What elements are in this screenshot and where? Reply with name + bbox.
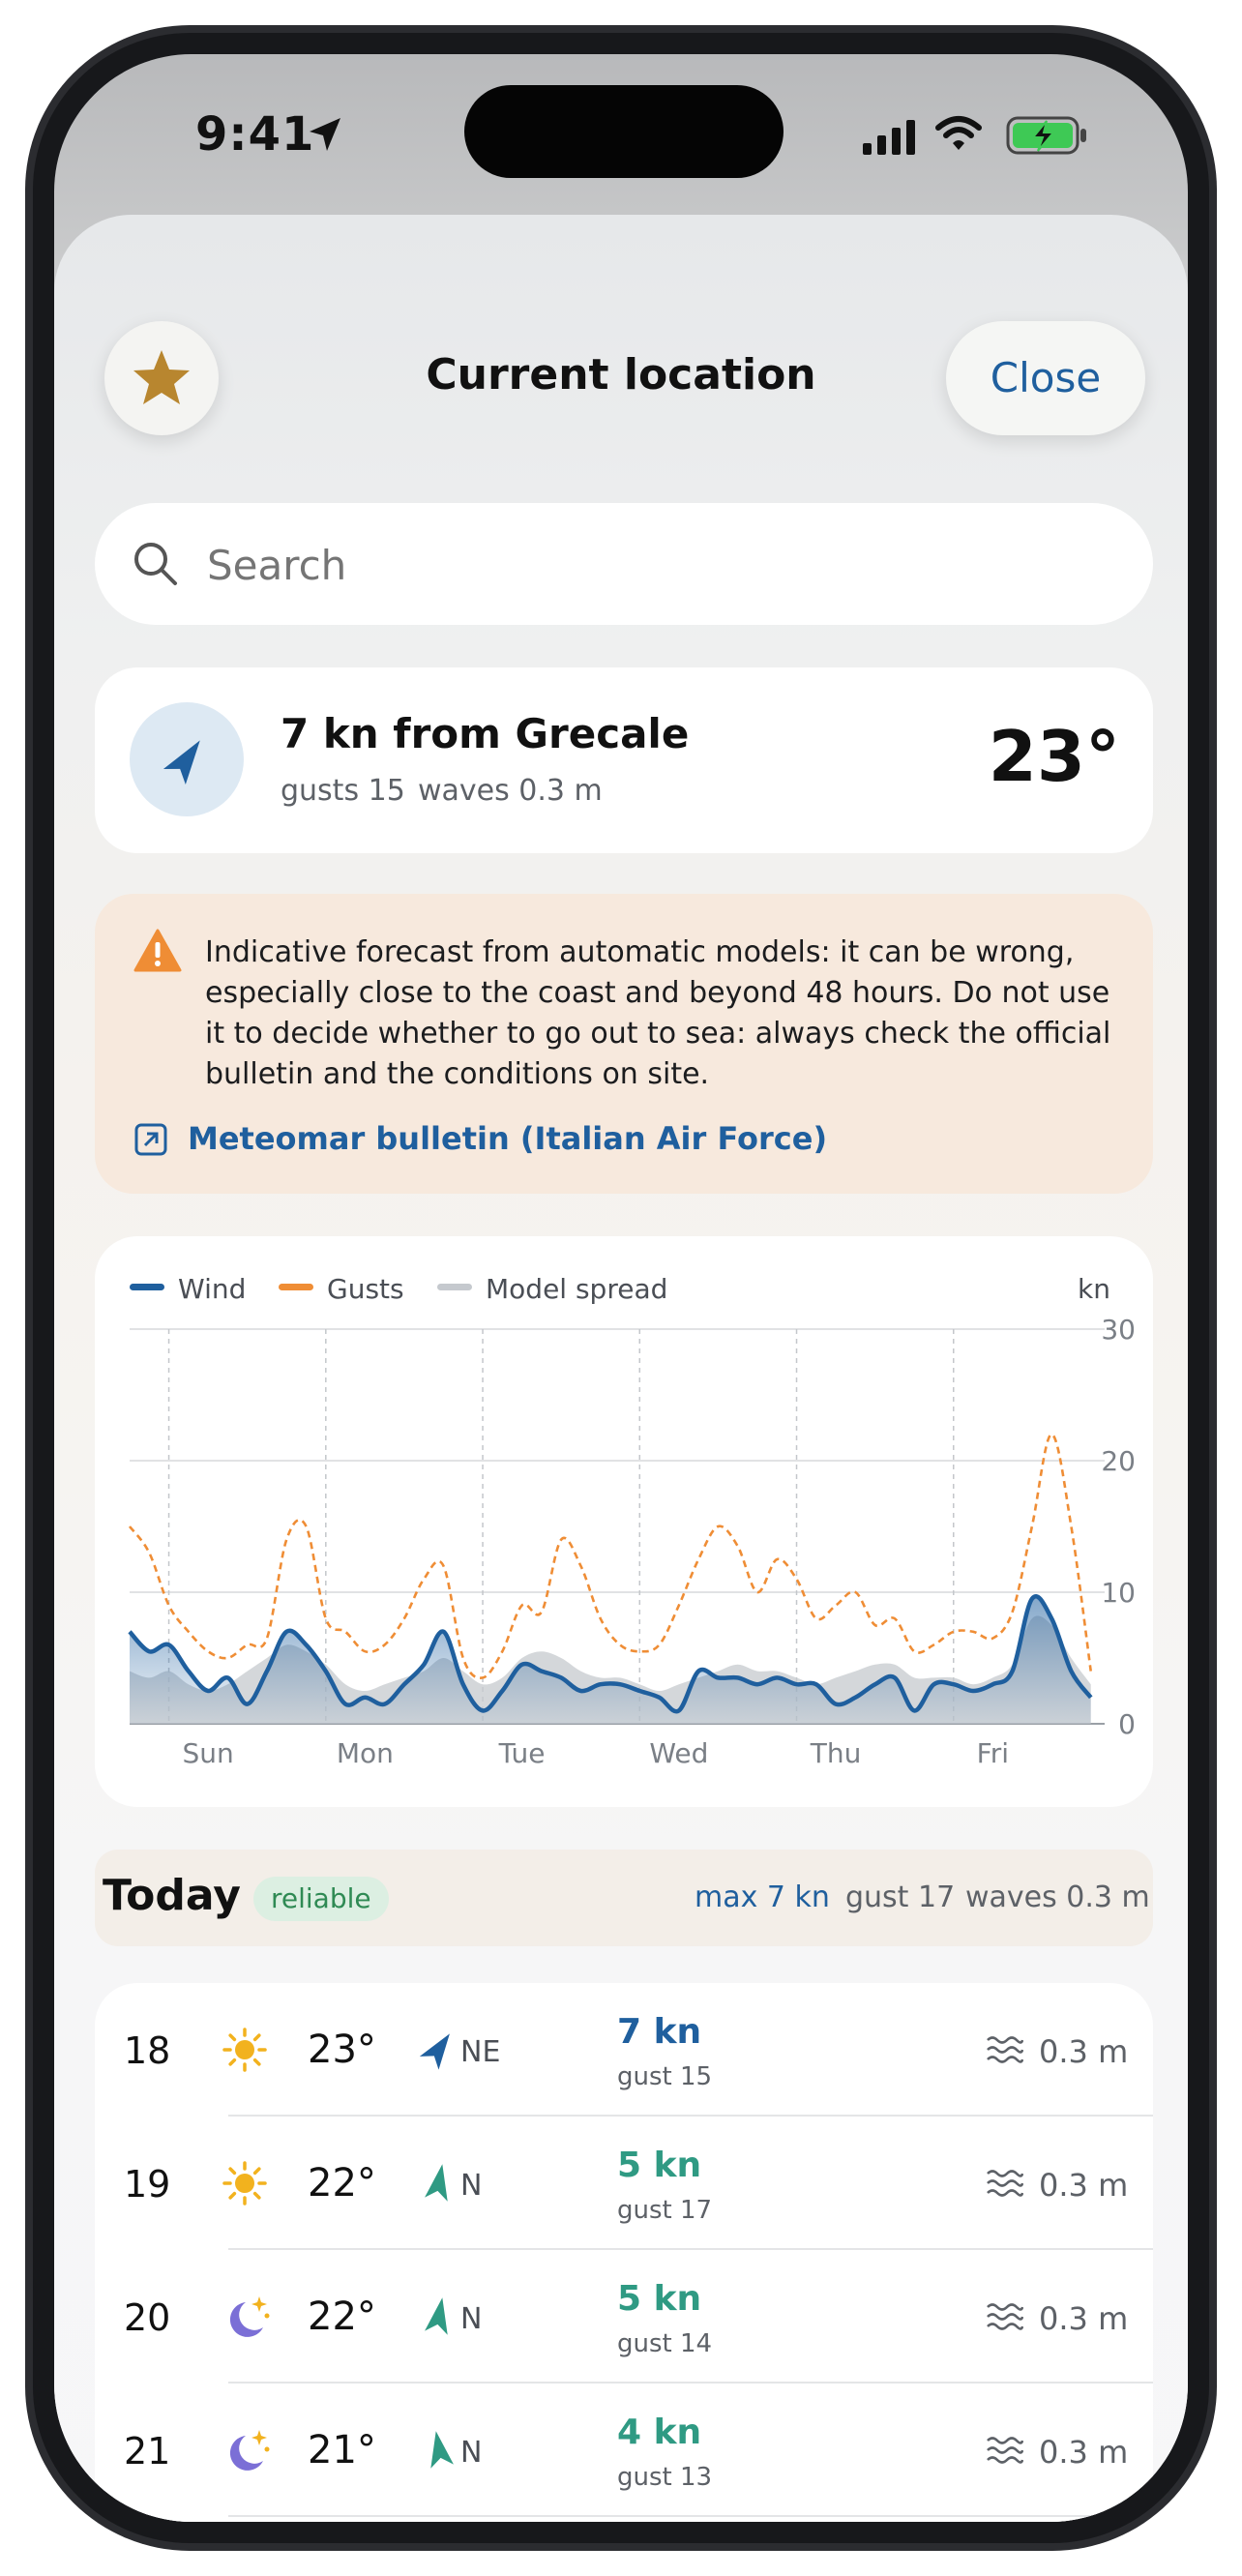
moon-stars-icon (229, 2296, 270, 2337)
legend-label-gusts: Gusts (327, 1273, 404, 1305)
phone-screen: 9:41 Current location Close Search 7 kn … (54, 54, 1188, 2522)
hourly-wind-direction: N (460, 2302, 483, 2336)
y-tick-label: 20 (1101, 1445, 1136, 1477)
wind-direction-badge (130, 702, 244, 816)
legend-swatch-wind (130, 1284, 164, 1290)
wifi-icon (935, 116, 982, 150)
current-waves: waves 0.3 m (418, 774, 603, 808)
chart-legend: Wind Gusts Model spread kn (130, 1273, 1110, 1305)
gusts-line (128, 1433, 1093, 1679)
x-tick-label: Fri (977, 1737, 1009, 1769)
dynamic-island (464, 85, 784, 178)
current-temperature: 23° (988, 716, 1120, 797)
warning-icon (133, 929, 182, 972)
legend-swatch-model-spread (437, 1284, 472, 1290)
current-conditions-card[interactable]: 7 kn from Grecale gusts 15 waves 0.3 m 2… (95, 667, 1153, 853)
meteomar-bulletin-link[interactable]: Meteomar bulletin (Italian Air Force) (188, 1120, 827, 1157)
search-input[interactable] (205, 526, 1118, 604)
hourly-wind-direction: N (460, 2436, 483, 2470)
hourly-row[interactable]: 19 22° N 5 kn gust 17 0.3 m (95, 2117, 1153, 2250)
sun-icon (222, 2161, 267, 2206)
location-sheet: Current location Close 7 kn from Grecale… (54, 215, 1188, 2522)
hourly-time: 18 (124, 2029, 171, 2072)
hourly-wind-direction: N (460, 2169, 483, 2203)
reliability-badge: reliable (253, 1877, 389, 1921)
hourly-wind-direction: NE (460, 2035, 501, 2069)
location-arrow-icon (310, 118, 340, 151)
hourly-time: 19 (124, 2163, 171, 2206)
hourly-wave-height: 0.3 m (1039, 2033, 1129, 2070)
hourly-time: 20 (124, 2296, 171, 2339)
hourly-temperature: 22° (308, 2161, 376, 2206)
moon-stars-icon (229, 2430, 270, 2471)
waves-icon (987, 2437, 1023, 2464)
x-tick-label: Mon (337, 1737, 394, 1769)
legend-swatch-gusts (279, 1284, 313, 1290)
hourly-time: 21 (124, 2430, 171, 2472)
hourly-gust: gust 13 (617, 2463, 713, 2492)
current-wind: 7 kn from Grecale (281, 710, 690, 757)
signal-icon (863, 120, 915, 155)
hourly-wave-height: 0.3 m (1039, 2167, 1129, 2204)
today-title: Today (103, 1871, 241, 1920)
waves-icon (987, 2036, 1023, 2063)
hourly-wind-speed: 7 kn (617, 2012, 702, 2052)
hourly-row[interactable]: 18 23° NE 7 kn gust 15 0.3 m (95, 1983, 1153, 2117)
x-tick-label: Wed (649, 1737, 708, 1769)
today-waves: waves 0.3 m (965, 1880, 1150, 1914)
hourly-wind-speed: 5 kn (617, 2279, 702, 2319)
today-max-wind: max 7 kn (695, 1880, 830, 1914)
battery-charging-icon (1006, 116, 1086, 155)
wind-arrow-icon (425, 2164, 448, 2202)
today-max-gust: gust 17 (845, 1880, 956, 1914)
hourly-gust: gust 17 (617, 2196, 713, 2225)
y-tick-label: 10 (1101, 1577, 1136, 1609)
x-tick-label: Tue (498, 1737, 546, 1769)
waves-icon (987, 2303, 1023, 2330)
chart-unit-label: kn (1078, 1273, 1110, 1305)
hourly-wave-height: 0.3 m (1039, 2300, 1129, 2337)
search-icon (134, 543, 177, 585)
wind-chart-card: Wind Gusts Model spread kn 0 10 20 30 Sun Mo… (95, 1236, 1153, 1807)
hourly-gust: gust 14 (617, 2329, 713, 2358)
y-tick-label: 0 (1118, 1708, 1136, 1740)
wind-chart: Wind Gusts Model spread kn 0 10 20 30 Sun Mo… (128, 1273, 1136, 1769)
x-tick-label: Sun (182, 1737, 233, 1769)
sun-icon (222, 2028, 267, 2072)
legend-label-model-spread: Model spread (486, 1273, 667, 1305)
hourly-temperature: 23° (308, 2028, 376, 2072)
wind-arrow-icon (430, 2431, 454, 2469)
warning-text: Indicative forecast from automatic model… (205, 935, 1111, 1091)
legend-label-wind: Wind (178, 1273, 246, 1305)
search-field[interactable] (95, 503, 1153, 625)
hourly-temperature: 22° (308, 2295, 376, 2339)
status-time: 9:41 (195, 107, 315, 162)
forecast-warning: Indicative forecast from automatic model… (95, 894, 1153, 1194)
y-tick-label: 30 (1101, 1314, 1136, 1346)
hourly-gust: gust 15 (617, 2062, 713, 2091)
hourly-wind-speed: 5 kn (617, 2146, 702, 2185)
wind-arrow-icon (163, 740, 200, 785)
waves-icon (987, 2170, 1023, 2197)
external-link-icon (134, 1123, 167, 1156)
hourly-wind-speed: 4 kn (617, 2413, 702, 2452)
wind-arrow-icon (420, 2033, 450, 2070)
current-gusts: gusts 15 (281, 774, 405, 808)
hourly-row[interactable]: 22 20° N 5 kn 0.3 m (95, 2517, 1153, 2522)
hourly-row[interactable]: 21 21° N 4 kn gust 13 0.3 m (95, 2384, 1153, 2517)
close-button[interactable]: Close (946, 321, 1145, 435)
hourly-temperature: 21° (308, 2428, 376, 2472)
hourly-wave-height: 0.3 m (1039, 2434, 1129, 2471)
wind-arrow-icon (425, 2297, 448, 2335)
hourly-forecast-list: 18 23° NE 7 kn gust 15 0.3 m 19 22° N 5 … (95, 1983, 1153, 2522)
today-summary: Today reliable max 7 kn gust 17 waves 0.… (95, 1850, 1153, 1946)
hourly-row[interactable]: 20 22° N 5 kn gust 14 0.3 m (95, 2250, 1153, 2384)
x-tick-label: Thu (810, 1737, 862, 1769)
